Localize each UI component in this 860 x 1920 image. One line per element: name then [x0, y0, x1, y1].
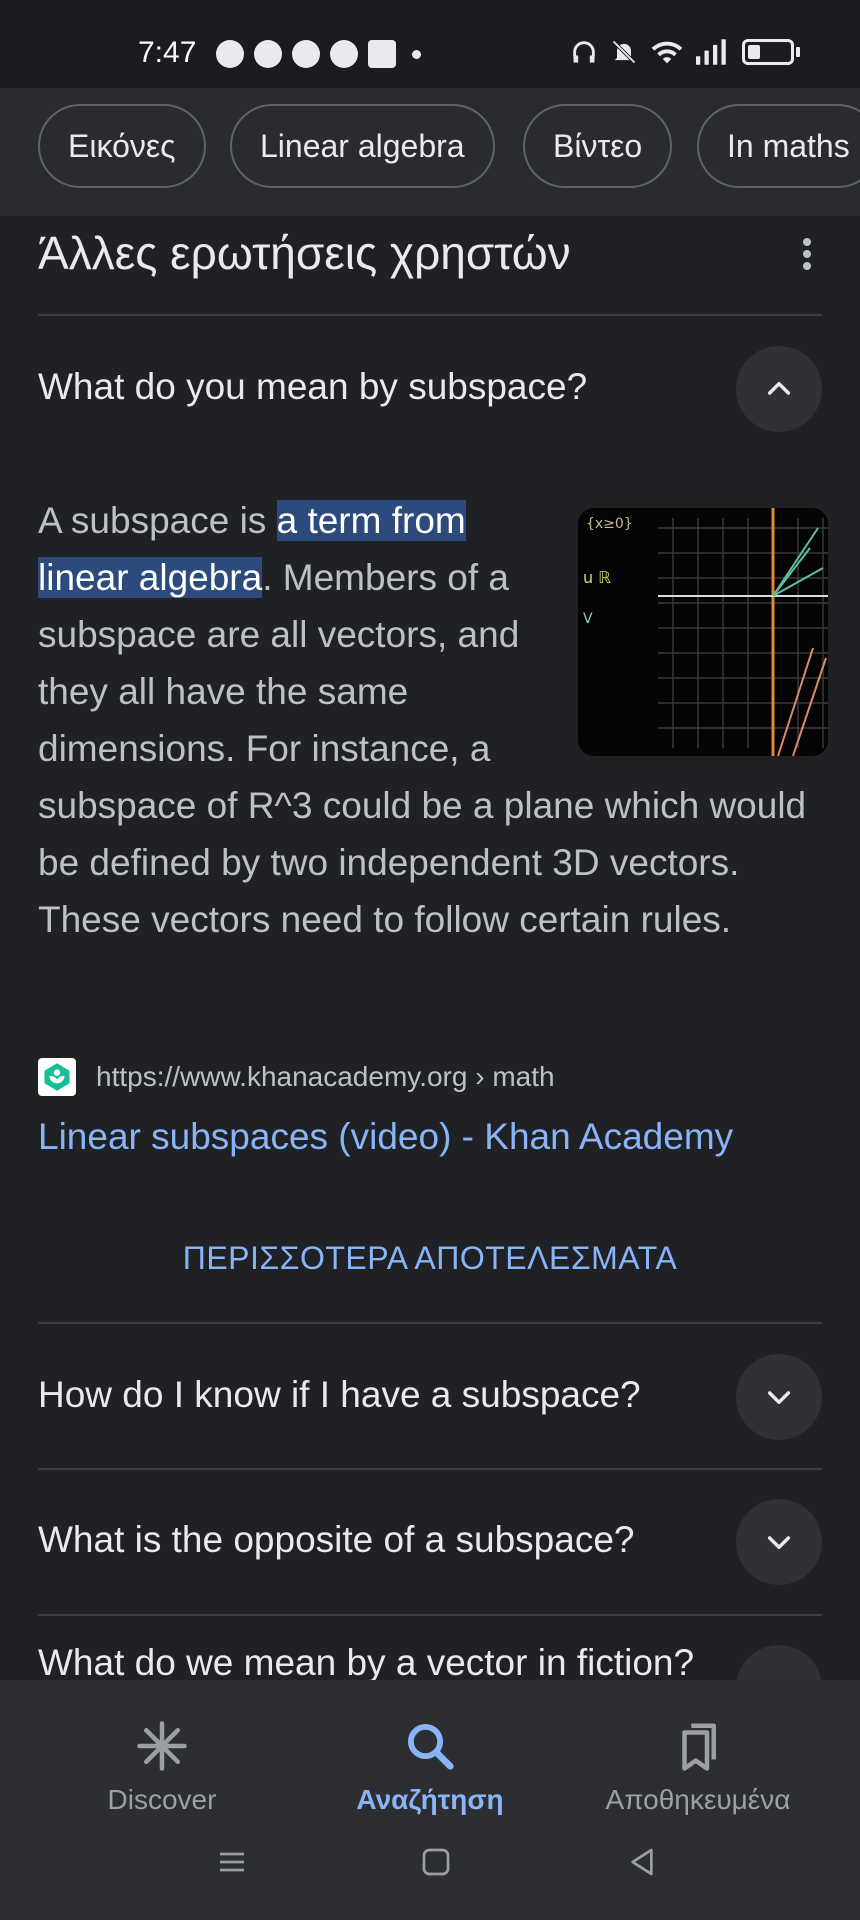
- nav-search[interactable]: Αναζήτηση: [310, 1716, 550, 1816]
- chip-in-maths[interactable]: In maths: [697, 104, 860, 188]
- nav-label-search: Αναζήτηση: [356, 1784, 504, 1815]
- chevron-down-icon: [767, 1391, 791, 1405]
- divider: [38, 1322, 822, 1324]
- more-options-icon[interactable]: [800, 236, 814, 270]
- source-title-link[interactable]: Linear subspaces (video) - Khan Academy: [38, 1116, 733, 1158]
- status-time: 7:47: [138, 36, 197, 69]
- more-results-button[interactable]: ΠΕΡΙΣΣΟΤΕΡΑ ΑΠΟΤΕΛΕΣΜΑΤΑ: [0, 1240, 860, 1277]
- home-icon[interactable]: [420, 1846, 452, 1878]
- faq-question[interactable]: How do I know if I have a subspace?: [38, 1374, 641, 1416]
- system-status-icons: [570, 38, 800, 66]
- status-bar: 7:47: [0, 0, 860, 88]
- gmail-icon: [368, 40, 396, 68]
- battery-icon: [742, 39, 794, 65]
- faq-answer: {x≥0} u ℝ V A subspace is a term from li…: [38, 492, 828, 948]
- filter-chips-bar: Εικόνες Linear algebra Βίντεο In maths: [0, 88, 860, 216]
- notification-icons: [216, 40, 421, 68]
- svg-text:{x≥0}: {x≥0}: [586, 516, 633, 532]
- nav-label-discover: Discover: [107, 1784, 217, 1815]
- battery-tip: [796, 47, 800, 57]
- chalkboard-graph-image: {x≥0} u ℝ V: [578, 508, 828, 756]
- divider: [38, 314, 822, 316]
- source-url: https://www.khanacademy.org › math: [96, 1061, 555, 1092]
- back-icon[interactable]: [626, 1846, 658, 1878]
- faq-question-expanded[interactable]: What do you mean by subspace?: [38, 366, 587, 408]
- discord-icon: [216, 40, 244, 68]
- chip-images[interactable]: Εικόνες: [38, 104, 206, 188]
- nav-saved[interactable]: Αποθηκευμένα: [578, 1716, 818, 1816]
- video-thumbnail[interactable]: {x≥0} u ℝ V: [578, 508, 828, 756]
- chevron-down-icon: [767, 1536, 791, 1550]
- source-row[interactable]: https://www.khanacademy.org › math: [38, 1058, 555, 1096]
- chevron-up-icon: [767, 381, 791, 395]
- bookmarks-icon: [682, 1723, 716, 1771]
- svg-text:V: V: [583, 611, 593, 627]
- headphones-icon: [573, 41, 595, 63]
- signal-icon: [696, 39, 726, 65]
- faq-question[interactable]: What is the opposite of a subspace?: [38, 1519, 634, 1561]
- recent-apps-icon[interactable]: [216, 1846, 248, 1878]
- svg-text:u ℝ: u ℝ: [583, 568, 611, 587]
- search-icon: [407, 1723, 454, 1770]
- bottom-navigation: Discover Αναζήτηση Αποθηκευμένα: [0, 1680, 860, 1920]
- section-title: Άλλες ερωτήσεις χρηστών: [38, 227, 571, 279]
- more-notifications-dot: [412, 50, 421, 59]
- mute-bell-icon: [612, 40, 636, 64]
- divider: [38, 1614, 822, 1616]
- divider: [38, 1468, 822, 1470]
- chip-videos[interactable]: Βίντεο: [523, 104, 673, 188]
- wifi-icon: [651, 41, 683, 64]
- answer-text-start: A subspace is: [38, 500, 277, 541]
- nav-label-saved: Αποθηκευμένα: [605, 1784, 791, 1815]
- pinterest-icon: [292, 40, 320, 68]
- faq-question-partial[interactable]: What do we mean by a vector in fiction?: [38, 1642, 694, 1684]
- quora-icon: [330, 40, 358, 68]
- khan-academy-favicon-icon: [38, 1058, 76, 1096]
- asterisk-icon: [137, 1721, 187, 1771]
- collapse-button[interactable]: [736, 346, 822, 432]
- chip-linear-algebra[interactable]: Linear algebra: [230, 104, 495, 188]
- nav-discover[interactable]: Discover: [42, 1716, 282, 1816]
- expand-button[interactable]: [736, 1354, 822, 1440]
- messenger-icon: [254, 40, 282, 68]
- expand-button[interactable]: [736, 1499, 822, 1585]
